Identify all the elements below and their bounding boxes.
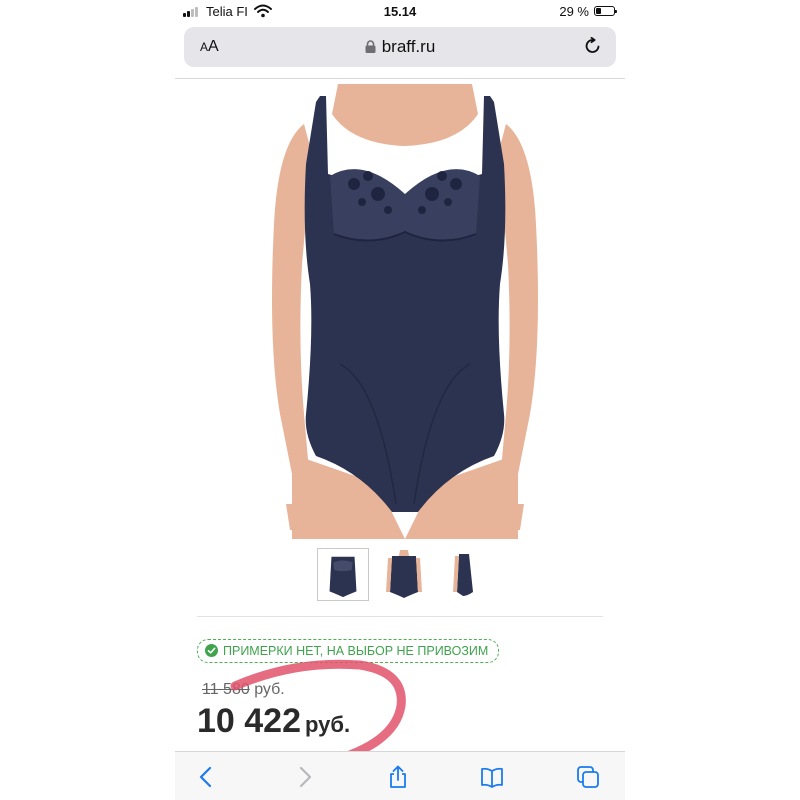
bookmarks-icon[interactable] [480,765,504,789]
no-fitting-notice: ПРИМЕРКИ НЕТ, НА ВЫБОР НЕ ПРИВОЗИМ [197,639,500,663]
reload-icon[interactable] [584,37,602,55]
forward-icon[interactable] [292,765,316,789]
clock: 15.14 [383,4,417,19]
status-bar: Telia FI 15.14 29 % [175,0,625,24]
url-text: braff.ru [381,37,436,56]
battery-icon [594,6,617,16]
bodysuit-side-thumbnail[interactable] [439,548,491,601]
lock-icon [365,40,376,53]
check-circle-icon [205,644,218,657]
bodysuit-model-thumbnail[interactable] [378,548,430,601]
share-icon[interactable] [386,765,410,789]
battery-level [596,8,601,14]
address-bar[interactable]: AA braff.ru [184,27,616,67]
bodysuit-photo[interactable] [268,84,542,539]
content-divider [197,616,603,617]
current-price: 10 422 руб. [197,702,350,741]
tabs-icon[interactable] [576,765,600,789]
price-value: 10 422 [197,702,301,740]
old-price-currency: руб. [254,681,285,698]
url-display[interactable]: braff.ru [184,37,616,57]
price-currency: руб. [305,712,351,737]
old-price: 11 580 руб. [202,681,285,699]
header-divider [175,78,625,79]
old-price-value: 11 580 [202,681,250,698]
bodysuit-front-thumbnail[interactable] [317,548,369,601]
notice-text: ПРИМЕРКИ НЕТ, НА ВЫБОР НЕ ПРИВОЗИМ [223,644,489,658]
back-icon[interactable] [195,765,219,789]
browser-toolbar [175,751,625,800]
phone-screen: Telia FI 15.14 29 % AA braff.ru ПРИМЕРКИ… [175,0,625,800]
battery-percent: 29 % [559,4,589,19]
